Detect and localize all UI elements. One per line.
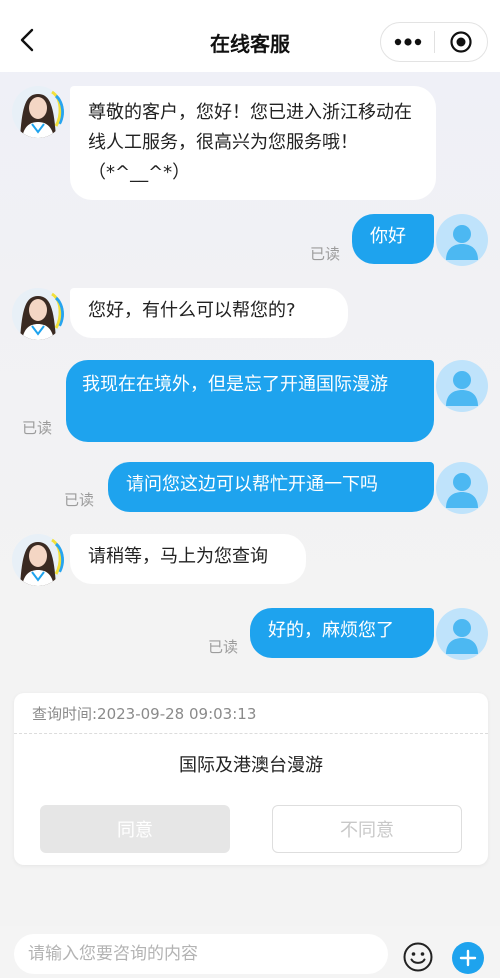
user-avatar <box>436 608 488 660</box>
agent-message: 您好，有什么可以帮您的? <box>70 288 348 338</box>
card-title: 国际及港澳台漫游 <box>179 755 323 776</box>
user-avatar <box>436 360 488 412</box>
agent-avatar <box>12 288 64 340</box>
read-status: 已读 <box>64 491 95 509</box>
read-status: 已读 <box>208 638 239 656</box>
roaming-confirm-card: 查询时间:2023-09-28 09:03:13 国际及港澳台漫游 同意 不同意 <box>14 693 488 865</box>
message-input[interactable] <box>14 934 388 974</box>
agree-button[interactable]: 同意 <box>40 805 230 853</box>
query-time: 查询时间:2023-09-28 09:03:13 <box>32 705 257 723</box>
disagree-button[interactable]: 不同意 <box>272 805 462 853</box>
read-status: 已读 <box>22 419 53 437</box>
user-avatar <box>436 214 488 266</box>
user-message: 请问您这边可以帮忙开通一下吗 <box>108 462 434 512</box>
plus-icon[interactable] <box>452 942 484 974</box>
user-message: 好的，麻烦您了 <box>250 608 434 658</box>
user-avatar <box>436 462 488 514</box>
agent-avatar <box>12 534 64 586</box>
user-message: 我现在在境外，但是忘了开通国际漫游 <box>66 360 434 442</box>
header-bar: 在线客服 <box>0 0 500 72</box>
agent-message: 请稍等，马上为您查询 <box>70 534 306 584</box>
more-icon[interactable] <box>381 22 434 62</box>
menu-capsule <box>380 22 488 62</box>
emoji-icon[interactable] <box>402 941 434 973</box>
read-status: 已读 <box>310 245 341 263</box>
close-icon[interactable] <box>435 22 487 62</box>
agent-avatar <box>12 86 64 138</box>
card-divider <box>14 733 488 734</box>
user-message: 你好 <box>352 214 434 264</box>
agent-message: 尊敬的客户，您好！您已进入浙江移动在线人工服务，很高兴为您服务哦！（*^__^*… <box>70 86 436 200</box>
